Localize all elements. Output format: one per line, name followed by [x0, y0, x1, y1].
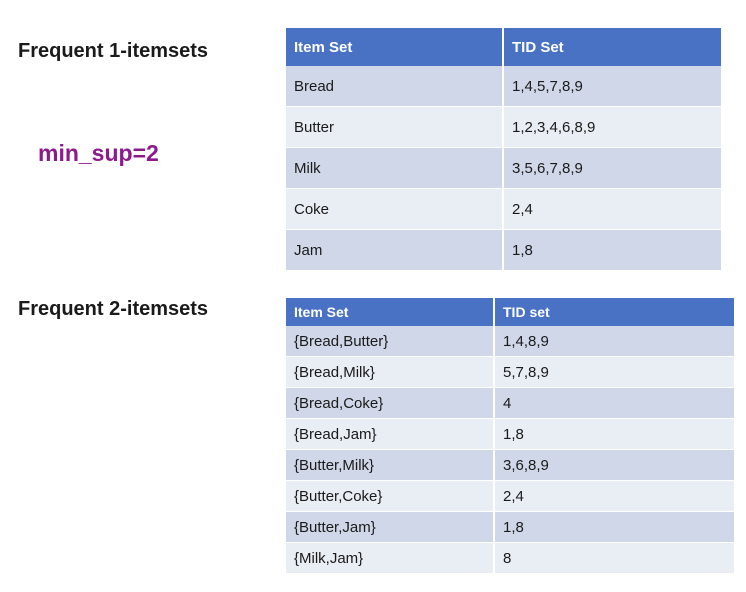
item-set-header: Item Set — [286, 298, 495, 326]
item-set-cell: {Bread,Milk} — [286, 356, 495, 388]
tid-set-cell: 1,8 — [494, 418, 734, 450]
item-set-cell: {Bread,Coke} — [286, 387, 495, 419]
table-row: {Milk,Jam} 8 — [286, 542, 734, 574]
tid-set-cell: 2,4 — [494, 480, 734, 512]
table-row: {Bread,Jam} 1,8 — [286, 418, 734, 450]
table-header-row: Item Set TID set — [286, 298, 734, 326]
tid-set-cell: 1,8 — [503, 229, 721, 271]
frequent-2-itemsets-table: Item Set TID set {Bread,Butter} 1,4,8,9 … — [286, 298, 734, 574]
table-row: {Bread,Butter} 1,4,8,9 — [286, 326, 734, 357]
item-set-cell: {Butter,Milk} — [286, 449, 495, 481]
table-header-row: Item Set TID Set — [286, 28, 721, 66]
min-sup-label: min_sup=2 — [38, 140, 159, 166]
frequent-1-itemsets-table: Item Set TID Set Bread 1,4,5,7,8,9 Butte… — [286, 28, 721, 271]
table-row: Milk 3,5,6,7,8,9 — [286, 147, 721, 189]
table-row: {Butter,Jam} 1,8 — [286, 511, 734, 543]
tid-set-cell: 4 — [494, 387, 734, 419]
item-set-cell: {Butter,Coke} — [286, 480, 495, 512]
tid-set-cell: 1,4,5,7,8,9 — [503, 66, 721, 107]
tid-set-cell: 3,6,8,9 — [494, 449, 734, 481]
table-row: {Butter,Coke} 2,4 — [286, 480, 734, 512]
item-set-cell: Jam — [286, 229, 504, 271]
tid-set-header: TID set — [494, 298, 734, 326]
tid-set-header: TID Set — [503, 28, 721, 66]
item-set-cell: {Butter,Jam} — [286, 511, 495, 543]
table-row: Coke 2,4 — [286, 188, 721, 230]
table-row: Butter 1,2,3,4,6,8,9 — [286, 106, 721, 148]
item-set-cell: Coke — [286, 188, 504, 230]
tid-set-cell: 1,4,8,9 — [494, 326, 734, 357]
item-set-cell: {Bread,Jam} — [286, 418, 495, 450]
table-row: Bread 1,4,5,7,8,9 — [286, 66, 721, 107]
table-row: {Bread,Coke} 4 — [286, 387, 734, 419]
tid-set-cell: 1,2,3,4,6,8,9 — [503, 106, 721, 148]
item-set-cell: Bread — [286, 66, 504, 107]
frequent-2-itemsets-heading: Frequent 2-itemsets — [18, 298, 209, 320]
item-set-cell: {Bread,Butter} — [286, 326, 495, 357]
frequent-1-itemsets-heading: Frequent 1-itemsets — [18, 40, 209, 62]
tid-set-cell: 2,4 — [503, 188, 721, 230]
tid-set-cell: 3,5,6,7,8,9 — [503, 147, 721, 189]
table-row: {Butter,Milk} 3,6,8,9 — [286, 449, 734, 481]
item-set-cell: {Milk,Jam} — [286, 542, 495, 574]
tid-set-cell: 8 — [494, 542, 734, 574]
table-row: Jam 1,8 — [286, 229, 721, 271]
tid-set-cell: 5,7,8,9 — [494, 356, 734, 388]
tid-set-cell: 1,8 — [494, 511, 734, 543]
item-set-cell: Milk — [286, 147, 504, 189]
table-row: {Bread,Milk} 5,7,8,9 — [286, 356, 734, 388]
item-set-header: Item Set — [286, 28, 504, 66]
item-set-cell: Butter — [286, 106, 504, 148]
